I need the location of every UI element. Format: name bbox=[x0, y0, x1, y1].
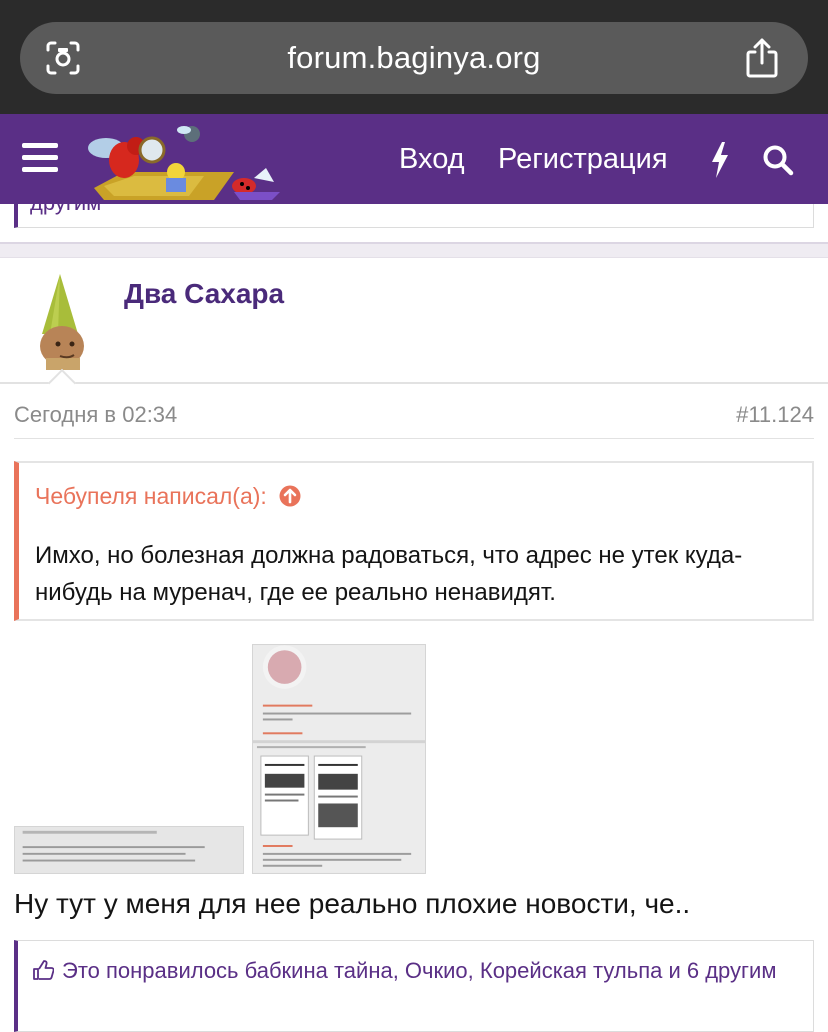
thumbs-up-icon bbox=[33, 960, 54, 980]
quote-author-line[interactable]: Чебупеля написал(а): bbox=[35, 483, 301, 510]
post-separator bbox=[0, 242, 828, 258]
likes-line[interactable]: Это понравилось бабкина тайна, Очкио, Ко… bbox=[32, 955, 792, 987]
bolt-icon[interactable] bbox=[708, 142, 732, 178]
quote-block: Чебупеля написал(а): Имхо, но болезная д… bbox=[14, 461, 814, 621]
search-icon[interactable] bbox=[762, 144, 794, 176]
browser-address-bar: forum.baginya.org bbox=[0, 0, 828, 114]
attachment-thumbnail-2[interactable] bbox=[252, 644, 426, 874]
share-icon[interactable] bbox=[744, 37, 780, 79]
post-author[interactable]: Два Сахара bbox=[124, 278, 284, 310]
post-body-text: Ну тут у меня для нее реально плохие нов… bbox=[14, 888, 691, 919]
attachment-thumbnail-1[interactable] bbox=[14, 826, 244, 874]
url-field[interactable]: forum.baginya.org bbox=[20, 22, 808, 94]
likes-text: Это понравилось бабкина тайна, Очкио, Ко… bbox=[62, 958, 777, 983]
previous-post-likes: другим bbox=[14, 204, 814, 228]
quote-author-text: Чебупеля написал(а): bbox=[35, 483, 267, 509]
forum-header: Вход Регистрация bbox=[0, 114, 828, 204]
meta-divider bbox=[14, 438, 814, 439]
arrow-up-circle-icon[interactable] bbox=[279, 485, 301, 507]
user-arrow bbox=[47, 368, 77, 398]
forum-logo[interactable] bbox=[84, 120, 284, 202]
post-date[interactable]: Сегодня в 02:34 bbox=[14, 402, 177, 428]
likes-bar: Это понравилось бабкина тайна, Очкио, Ко… bbox=[14, 940, 814, 1032]
post-number[interactable]: #11.124 bbox=[736, 402, 814, 428]
avatar[interactable] bbox=[28, 272, 92, 370]
menu-icon[interactable] bbox=[22, 143, 58, 175]
login-link[interactable]: Вход bbox=[399, 114, 465, 204]
user-divider bbox=[0, 382, 828, 384]
previous-post-likes-text: другим bbox=[30, 204, 101, 216]
register-link[interactable]: Регистрация bbox=[498, 114, 668, 204]
quote-text: Имхо, но болезная должна радоваться, что… bbox=[35, 542, 743, 606]
url-text: forum.baginya.org bbox=[287, 40, 541, 75]
